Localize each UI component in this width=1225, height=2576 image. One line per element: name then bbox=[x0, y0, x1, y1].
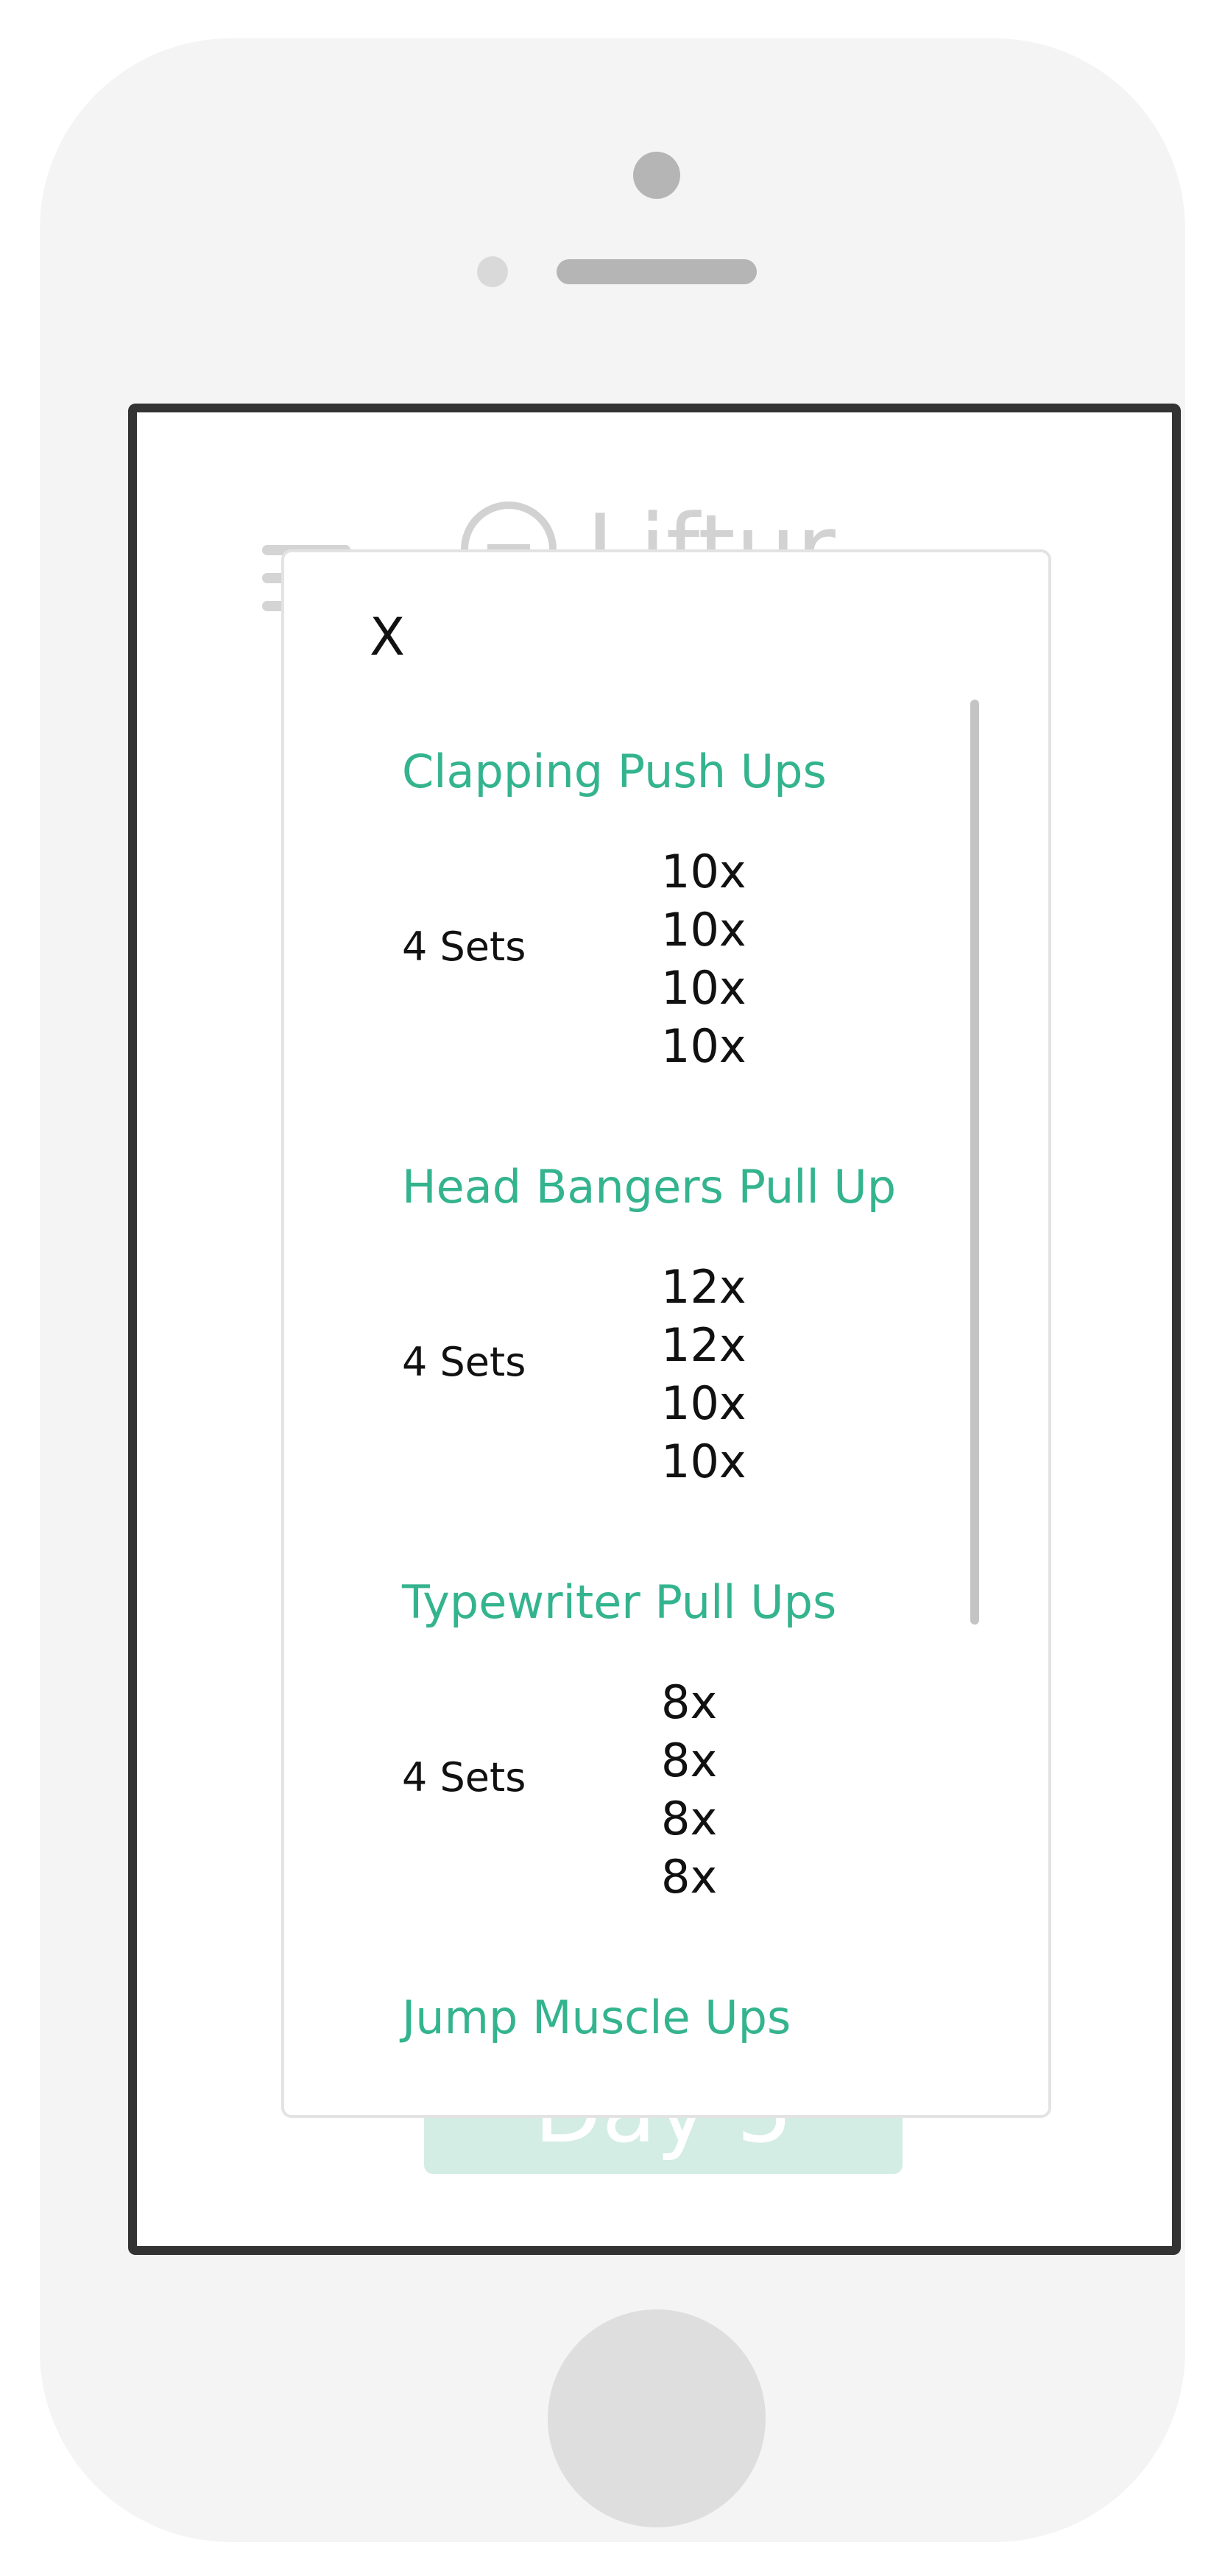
exercise-sets: 4 Sets bbox=[402, 1339, 526, 1385]
proximity-sensor bbox=[477, 256, 508, 287]
exercise-reps: 8x 8x 8x 8x bbox=[661, 1673, 717, 1906]
exercise-item: Clapping Push Ups 4 Sets 10x 10x 10x 10x bbox=[402, 745, 961, 1162]
exercise-item: Head Bangers Pull Up 4 Sets 12x 12x 10x … bbox=[402, 1160, 961, 1577]
exercise-reps: 10x 10x 10x 10x bbox=[661, 842, 746, 1075]
workout-modal: X Clapping Push Ups 4 Sets 10x 10x 10x 1… bbox=[281, 549, 1051, 2118]
close-button[interactable]: X bbox=[370, 611, 405, 663]
phone-screen: Liftur Day 5 X Clapping Push Ups 4 Sets … bbox=[128, 404, 1181, 2255]
rep-count: 10x bbox=[661, 845, 746, 898]
exercise-name: Clapping Push Ups bbox=[402, 745, 827, 798]
exercise-item: Typewriter Pull Ups 4 Sets 8x 8x 8x 8x bbox=[402, 1577, 961, 1993]
exercise-list: Clapping Push Ups 4 Sets 10x 10x 10x 10x… bbox=[402, 745, 961, 2115]
exercise-name: Jump Muscle Ups bbox=[402, 1991, 791, 2044]
earpiece-speaker bbox=[557, 259, 757, 284]
exercise-name: Head Bangers Pull Up bbox=[402, 1160, 897, 1214]
front-camera bbox=[633, 152, 680, 199]
phone-frame: Liftur Day 5 X Clapping Push Ups 4 Sets … bbox=[40, 38, 1185, 2542]
rep-count: 10x bbox=[661, 1435, 746, 1488]
exercise-sets: 4 Sets bbox=[402, 1754, 526, 1801]
rep-count: 10x bbox=[661, 1019, 746, 1073]
modal-scrollbar[interactable] bbox=[970, 700, 979, 1625]
rep-count: 8x bbox=[661, 1734, 718, 1787]
rep-count: 8x bbox=[661, 1675, 718, 1729]
rep-count: 10x bbox=[661, 903, 746, 957]
exercise-name: Typewriter Pull Ups bbox=[402, 1575, 837, 1629]
exercise-sets: 4 Sets bbox=[402, 923, 526, 970]
scrollbar-thumb[interactable] bbox=[970, 700, 979, 1625]
home-button[interactable] bbox=[548, 2309, 766, 2527]
rep-count: 10x bbox=[661, 961, 746, 1015]
exercise-reps: 12x 12x 10x 10x bbox=[661, 1258, 746, 1491]
rep-count: 12x bbox=[661, 1260, 746, 1314]
rep-count: 12x bbox=[661, 1318, 746, 1372]
rep-count: 10x bbox=[661, 1376, 746, 1430]
exercise-item: Jump Muscle Ups bbox=[402, 1991, 961, 2115]
rep-count: 8x bbox=[661, 1850, 718, 1904]
rep-count: 8x bbox=[661, 1792, 718, 1845]
